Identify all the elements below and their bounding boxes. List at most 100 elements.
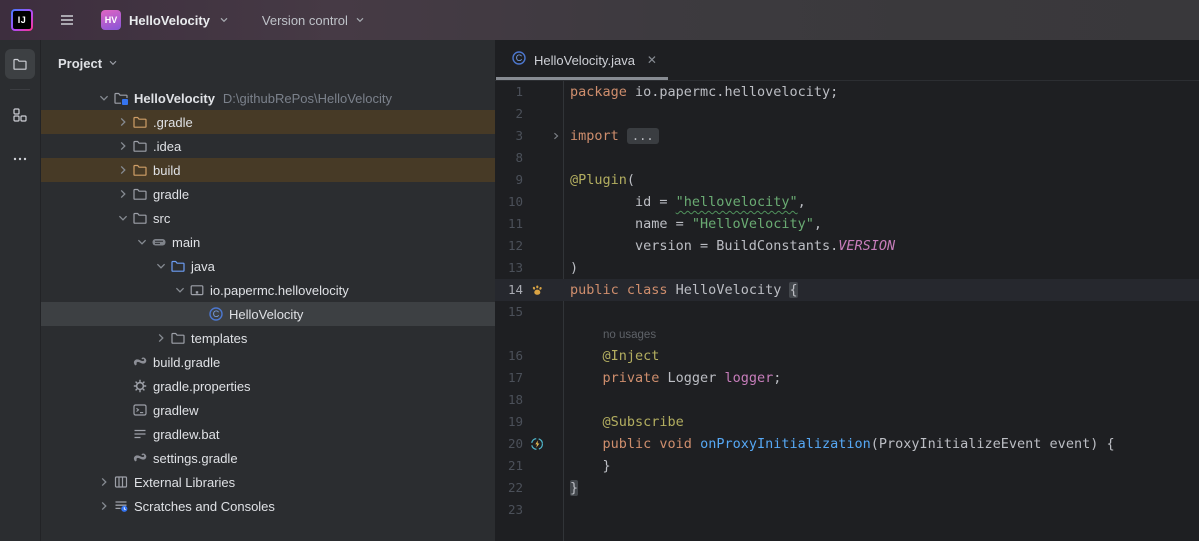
tree-item-gradlew-bat[interactable]: gradlew.bat	[41, 422, 495, 446]
tree-item-io-papermc-hellovelocity[interactable]: io.papermc.hellovelocity	[41, 278, 495, 302]
project-switcher[interactable]: HV HelloVelocity	[101, 10, 230, 30]
code-line-14[interactable]: 14public class HelloVelocity {	[495, 279, 1199, 301]
code-text[interactable]	[563, 103, 570, 125]
inlay-hint-row[interactable]: no usages	[495, 323, 1199, 345]
code-text[interactable]: @Subscribe	[563, 411, 684, 433]
tree-item-gradle-properties[interactable]: gradle.properties	[41, 374, 495, 398]
tool-project-button[interactable]	[5, 49, 35, 79]
code-text[interactable]: no usages	[563, 323, 656, 345]
code-line-23[interactable]: 23	[495, 499, 1199, 521]
fold-spacer	[549, 411, 563, 433]
chevron-right-icon[interactable]	[94, 498, 113, 514]
tool-structure-button[interactable]	[5, 100, 35, 130]
chevron-right-icon[interactable]	[113, 162, 132, 178]
tree-item-build-gradle[interactable]: build.gradle	[41, 350, 495, 374]
code-text[interactable]: id = "hellovelocity",	[563, 191, 806, 213]
code-line-22[interactable]: 22}	[495, 477, 1199, 499]
editor-tab[interactable]: C HelloVelocity.java ✕	[495, 40, 669, 80]
code-line-21[interactable]: 21 }	[495, 455, 1199, 477]
code-line-13[interactable]: 13)	[495, 257, 1199, 279]
plugin-gutter-icon[interactable]	[525, 279, 549, 301]
vcs-widget[interactable]: Version control	[262, 13, 366, 28]
code-line-15[interactable]: 15	[495, 301, 1199, 323]
tree-item-java[interactable]: java	[41, 254, 495, 278]
code-text[interactable]	[563, 147, 570, 169]
code-text[interactable]: @Plugin(	[563, 169, 635, 191]
code-line-3[interactable]: 3import ...	[495, 125, 1199, 147]
tree-item-main[interactable]: main	[41, 230, 495, 254]
class-icon: C	[511, 50, 527, 71]
code-text[interactable]	[563, 389, 570, 411]
tree-item-scratches-and-consoles[interactable]: Scratches and Consoles	[41, 494, 495, 518]
code-text[interactable]: private Logger logger;	[563, 367, 781, 389]
fold-chevron-icon[interactable]	[549, 125, 563, 147]
chevron-down-icon	[218, 14, 230, 26]
editor-tabbar: C HelloVelocity.java ✕	[495, 40, 1199, 81]
tree-item-hellovelocity[interactable]: HelloVelocityD:\githubRePos\HelloVelocit…	[41, 86, 495, 110]
main-area: Project HelloVelocityD:\githubRePos\Hell…	[0, 40, 1199, 541]
fold-spacer	[549, 367, 563, 389]
gutter-spacer	[525, 389, 549, 411]
chevron-right-icon[interactable]	[151, 330, 170, 346]
tree-item-build[interactable]: build	[41, 158, 495, 182]
tree-item-label: gradlew	[153, 403, 199, 418]
code-area[interactable]: 1package io.papermc.hellovelocity;23impo…	[495, 81, 1199, 541]
fold-spacer	[549, 257, 563, 279]
code-line-17[interactable]: 17 private Logger logger;	[495, 367, 1199, 389]
chevron-down-icon[interactable]	[132, 234, 151, 250]
code-line-16[interactable]: 16 @Inject	[495, 345, 1199, 367]
code-line-8[interactable]: 8	[495, 147, 1199, 169]
code-text[interactable]: name = "HelloVelocity",	[563, 213, 822, 235]
code-text[interactable]: }	[563, 477, 578, 499]
tree-item-gradlew[interactable]: gradlew	[41, 398, 495, 422]
code-text[interactable]: @Inject	[563, 345, 659, 367]
tree-item-idea[interactable]: .idea	[41, 134, 495, 158]
code-text[interactable]: public class HelloVelocity {	[563, 279, 798, 301]
project-panel-header[interactable]: Project	[41, 40, 495, 86]
chevron-right-icon[interactable]	[94, 474, 113, 490]
chevron-down-icon[interactable]	[113, 210, 132, 226]
code-line-19[interactable]: 19 @Subscribe	[495, 411, 1199, 433]
svg-text:C: C	[213, 309, 220, 319]
code-text[interactable]: }	[563, 455, 611, 477]
tab-close-icon[interactable]: ✕	[647, 53, 657, 67]
code-text[interactable]	[563, 499, 570, 521]
gutter-spacer	[525, 411, 549, 433]
chevron-right-icon[interactable]	[113, 186, 132, 202]
chevron-down-icon[interactable]	[151, 258, 170, 274]
chevron-down-icon[interactable]	[170, 282, 189, 298]
code-line-12[interactable]: 12 version = BuildConstants.VERSION	[495, 235, 1199, 257]
code-line-9[interactable]: 9@Plugin(	[495, 169, 1199, 191]
chevron-down-icon[interactable]	[94, 90, 113, 106]
tree-item-templates[interactable]: templates	[41, 326, 495, 350]
event-gutter-icon[interactable]	[525, 433, 549, 455]
code-text[interactable]: )	[563, 257, 578, 279]
code-line-20[interactable]: 20 public void onProxyInitialization(Pro…	[495, 433, 1199, 455]
tree-item-settings-gradle[interactable]: settings.gradle	[41, 446, 495, 470]
code-text[interactable]: import ...	[563, 125, 659, 147]
line-number: 11	[495, 213, 523, 235]
chevron-right-icon[interactable]	[113, 114, 132, 130]
folder-icon	[12, 56, 28, 72]
tree-item-src[interactable]: src	[41, 206, 495, 230]
chevron-right-icon[interactable]	[113, 138, 132, 154]
textfile-icon	[132, 426, 150, 442]
code-line-10[interactable]: 10 id = "hellovelocity",	[495, 191, 1199, 213]
tree-item-label: templates	[191, 331, 247, 346]
code-line-2[interactable]: 2	[495, 103, 1199, 125]
line-number: 19	[495, 411, 523, 433]
tool-more-button[interactable]	[5, 144, 35, 174]
tree-item-gradle[interactable]: .gradle	[41, 110, 495, 134]
code-text[interactable]: version = BuildConstants.VERSION	[563, 235, 895, 257]
code-text[interactable]: package io.papermc.hellovelocity;	[563, 81, 838, 103]
code-text[interactable]	[563, 301, 570, 323]
code-text[interactable]: public void onProxyInitialization(ProxyI…	[563, 433, 1115, 455]
hamburger-menu-button[interactable]	[57, 10, 77, 30]
line-number: 16	[495, 345, 523, 367]
code-line-1[interactable]: 1package io.papermc.hellovelocity;	[495, 81, 1199, 103]
tree-item-hellovelocity[interactable]: CHelloVelocity	[41, 302, 495, 326]
code-line-18[interactable]: 18	[495, 389, 1199, 411]
tree-item-gradle[interactable]: gradle	[41, 182, 495, 206]
tree-item-external-libraries[interactable]: External Libraries	[41, 470, 495, 494]
code-line-11[interactable]: 11 name = "HelloVelocity",	[495, 213, 1199, 235]
